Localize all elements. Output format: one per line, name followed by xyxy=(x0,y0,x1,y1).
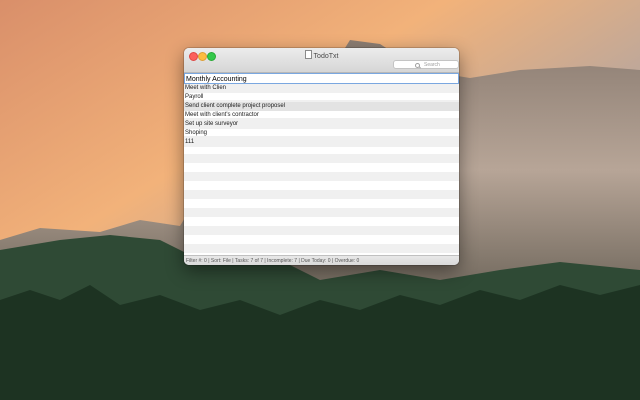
title-bar[interactable]: TodoTxt Search xyxy=(184,48,459,73)
window-title: TodoTxt xyxy=(184,50,459,60)
search-icon xyxy=(415,63,420,68)
task-row[interactable]: Set up site surveyor xyxy=(184,120,459,129)
todotxt-window: TodoTxt Search Monthly Accounting Meet w… xyxy=(184,48,459,265)
status-bar: Filter #: 0 | Sort: File | Tasks: 7 of 7… xyxy=(184,255,459,265)
task-row[interactable]: Payroll xyxy=(184,93,459,102)
window-title-text: TodoTxt xyxy=(313,53,339,60)
document-icon xyxy=(304,50,312,59)
task-list[interactable]: Monthly Accounting Meet with Clien Payro… xyxy=(184,73,459,255)
task-row[interactable]: Shoping xyxy=(184,129,459,138)
task-edit-field[interactable]: Monthly Accounting xyxy=(184,73,459,84)
search-field[interactable]: Search xyxy=(393,60,459,69)
search-placeholder: Search xyxy=(424,62,440,68)
task-row[interactable]: 111 xyxy=(184,138,459,147)
task-row[interactable]: Meet with client's contractor xyxy=(184,111,459,120)
task-row[interactable]: Send client complete project proposel xyxy=(184,102,459,111)
task-row[interactable]: Meet with Clien xyxy=(184,84,459,93)
